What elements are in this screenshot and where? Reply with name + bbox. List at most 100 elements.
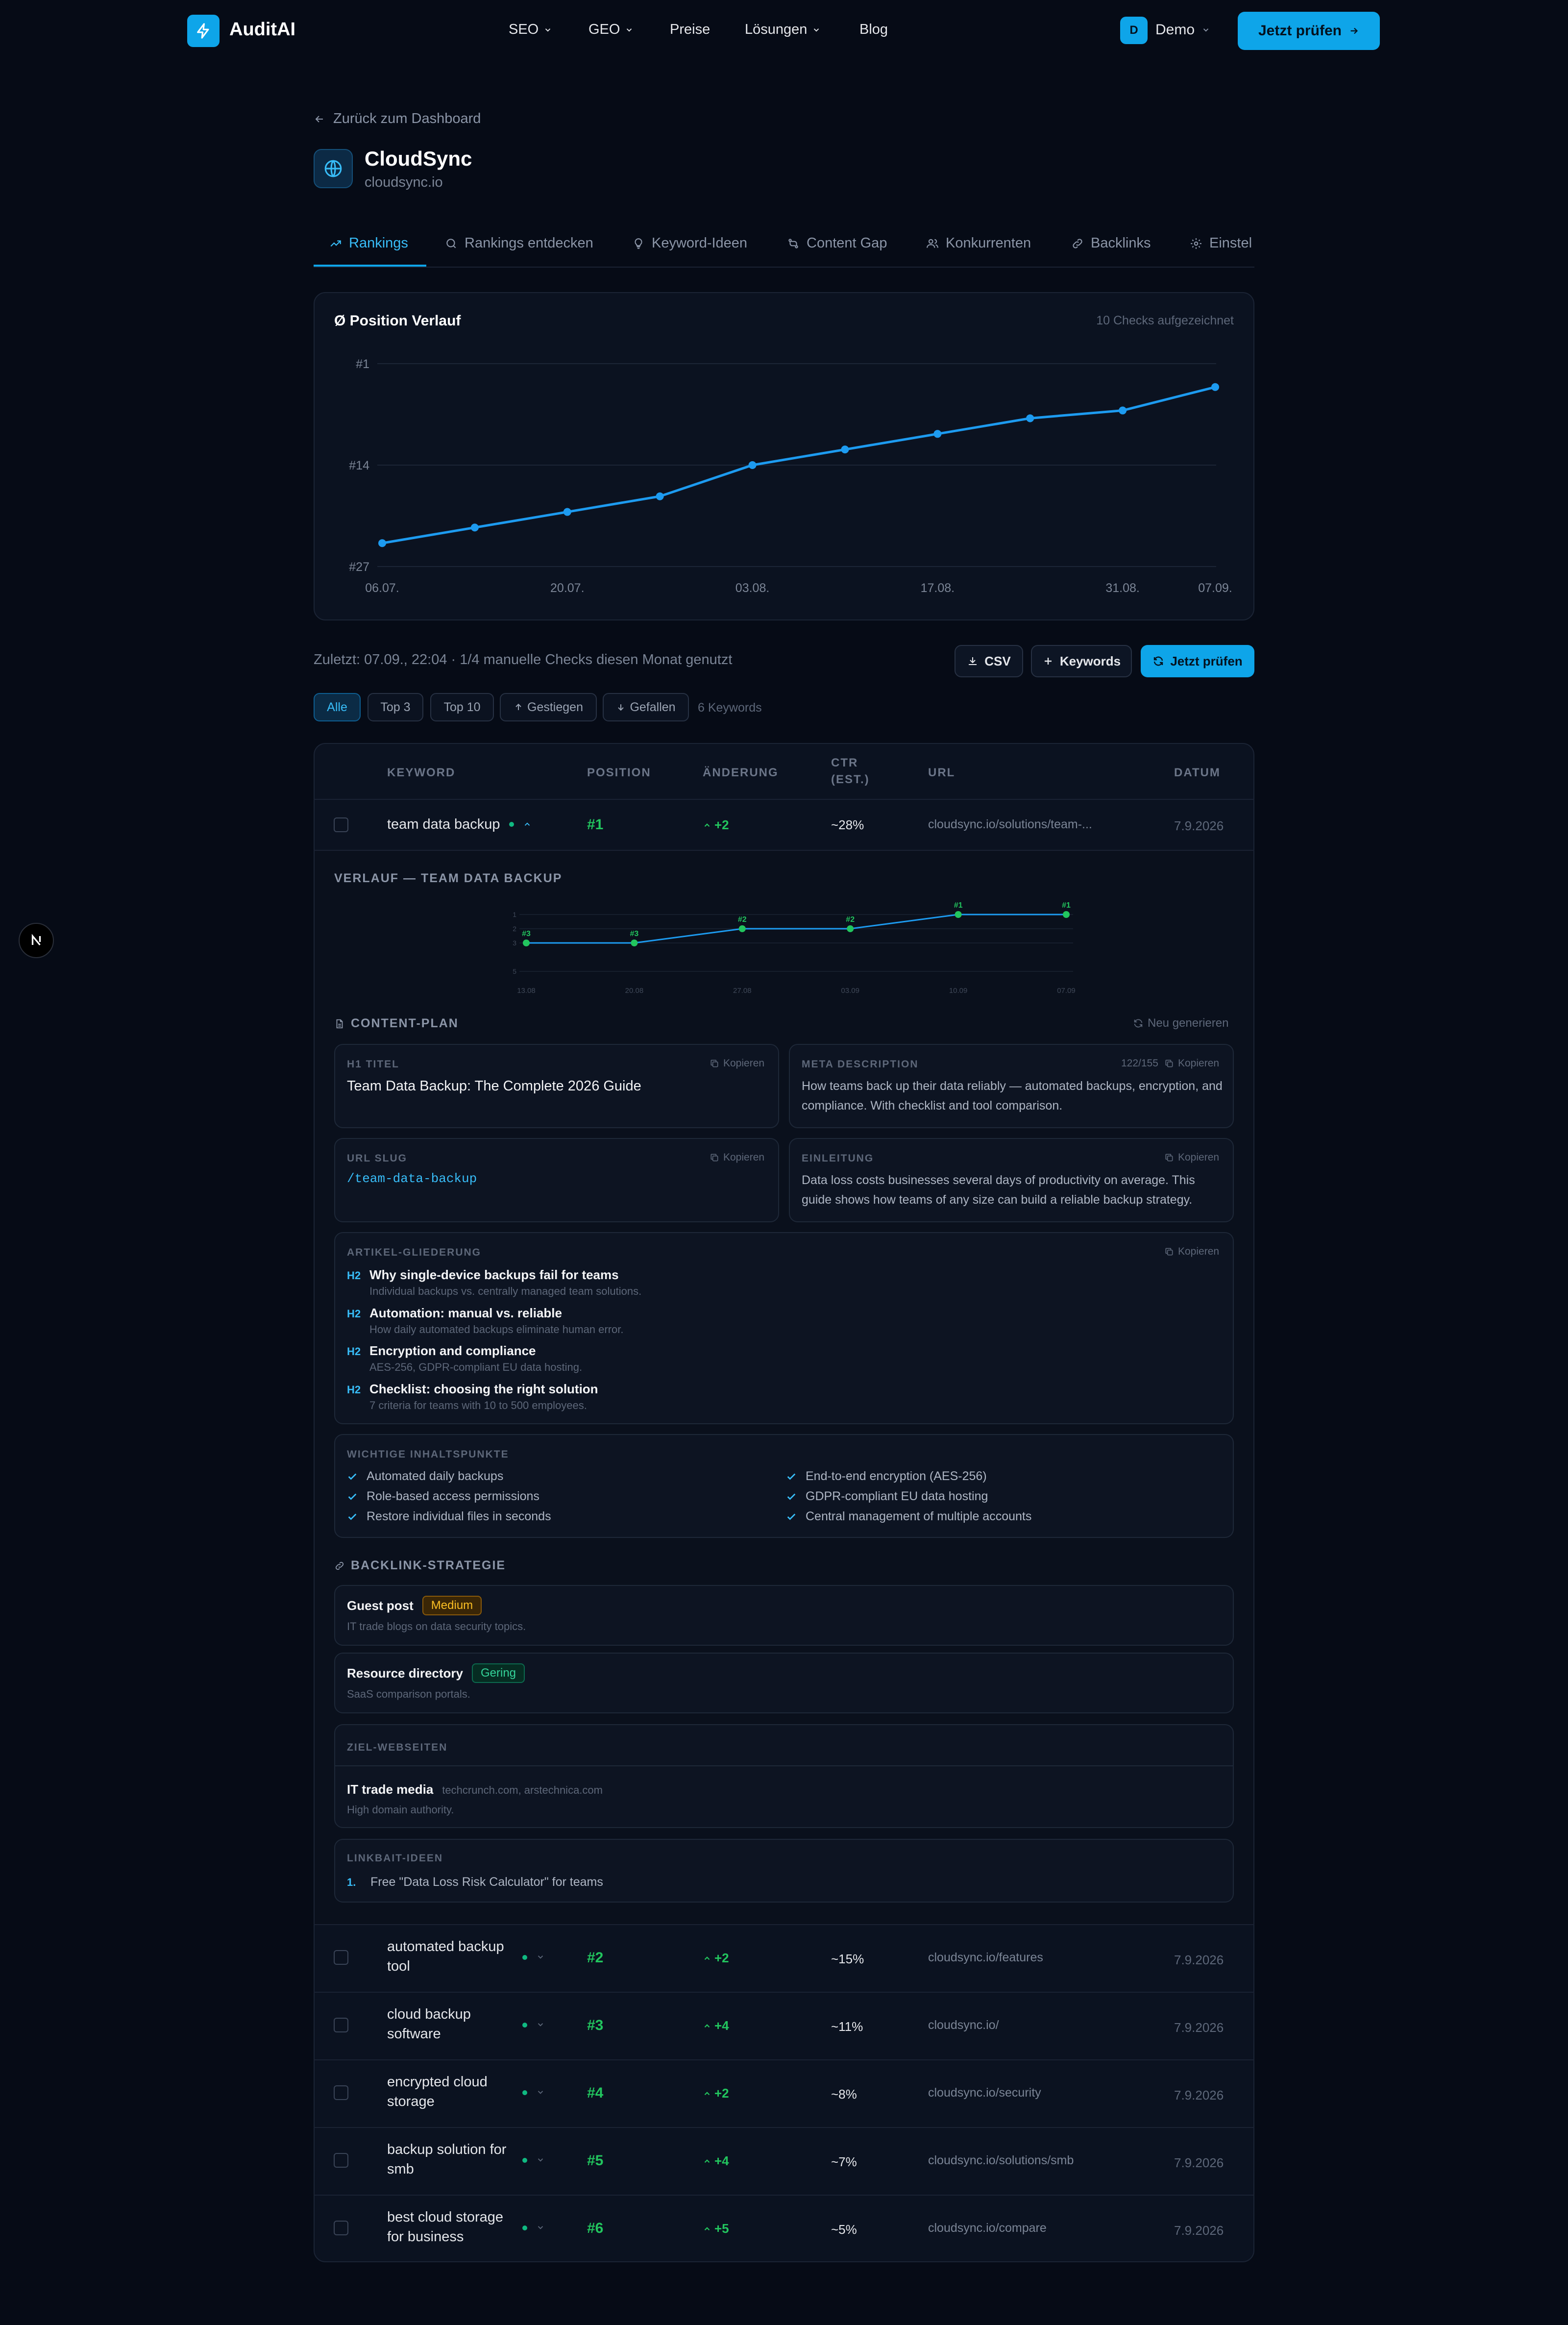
data-point [748,461,757,469]
key-point: Central management of multiple accounts [786,1509,1031,1524]
keyword-text[interactable]: cloud backup software [387,2004,514,2044]
th-keyword[interactable]: KEYWORD [387,765,455,781]
data-point [841,445,849,454]
date-value: 7.9.2026 [1174,2020,1224,2035]
copy-button[interactable]: Kopieren [710,1152,764,1163]
divider [335,1765,1233,1766]
tab-konkurrenten[interactable]: Konkurrenten [926,235,1031,251]
date-value: 7.9.2026 [1174,818,1224,833]
nav-seo[interactable]: SEO [509,22,552,38]
user-menu[interactable]: Demo [1155,22,1210,38]
position-value: #3 [587,2017,604,2033]
chevron-up-icon[interactable] [523,820,532,829]
avatar[interactable]: D [1120,17,1148,44]
copy-label: Kopieren [723,1058,765,1069]
back-link[interactable]: Zurück zum Dashboard [314,111,481,127]
row-checkbox[interactable] [334,2153,348,2168]
y-tick-label: 5 [513,967,516,975]
csv-button[interactable]: CSV [955,645,1023,677]
keyword-text[interactable]: automated backup tool [387,1937,514,1976]
table-row-keyword[interactable]: team data backup [387,815,532,834]
filter-top3[interactable]: Top 3 [368,693,423,721]
th-url[interactable]: URL [928,765,955,781]
url-link[interactable]: cloudsync.io/solutions/smb [928,2153,1074,2168]
filter-gestiegen[interactable]: Gestiegen [500,693,597,721]
logo-icon[interactable] [187,15,220,47]
url-link[interactable]: cloudsync.io/features [928,1951,1043,1965]
check-now-button[interactable]: Jetzt prüfen [1141,645,1254,677]
ctr-value: ~7% [831,2154,857,2169]
arrow-right-icon [1350,27,1358,34]
th-date[interactable]: DATUM [1174,765,1221,781]
row-checkbox[interactable] [334,2085,348,2100]
nav-blog[interactable]: Blog [859,22,888,38]
chevron-down-icon[interactable] [536,2088,545,2097]
copy-icon [1165,1248,1173,1256]
th-ctr[interactable]: CTR (EST.) [831,755,885,788]
document-icon [336,1019,343,1028]
row-checkbox[interactable] [334,817,348,832]
brand-name[interactable]: AuditAI [229,19,295,40]
row-checkbox[interactable] [334,1950,348,1965]
check-icon [787,1513,796,1520]
copy-button[interactable]: Kopieren [1164,1246,1219,1258]
row-checkbox[interactable] [334,2018,348,2032]
chevron-down-icon [627,28,632,32]
chevron-down-icon[interactable] [536,2155,545,2164]
data-point [1063,911,1070,918]
filter-top10[interactable]: Top 10 [430,693,494,721]
tab-einstellungen[interactable]: Einstel [1190,235,1254,251]
keyword-text[interactable]: backup solution for smb [387,2140,514,2179]
row-checkbox[interactable] [334,2221,348,2235]
x-tick-label: 06.07. [365,581,399,595]
copy-button[interactable]: Kopieren [1164,1058,1219,1069]
tab-label: Keyword-Ideen [652,235,748,251]
regenerate-button[interactable]: Neu generieren [1133,1016,1228,1030]
copy-button[interactable]: Kopieren [1164,1152,1219,1163]
keyword-text[interactable]: encrypted cloud storage [387,2072,514,2111]
nav-loesungen[interactable]: Lösungen [745,22,821,38]
copy-button[interactable]: Kopieren [710,1058,764,1069]
th-change[interactable]: ÄNDERUNG [703,765,779,781]
target-desc: High domain authority. [347,1804,454,1816]
tab-rankings-entdecken[interactable]: Rankings entdecken [445,235,593,251]
filter-alle[interactable]: Alle [314,693,361,721]
outline-sub: AES-256, GDPR-compliant EU data hosting. [369,1361,583,1373]
url-link[interactable]: cloudsync.io/solutions/team-... [928,817,1092,832]
tab-backlinks[interactable]: Backlinks [1071,235,1151,251]
chevron-down-icon[interactable] [536,2020,545,2029]
key-point: Restore individual files in seconds [347,1509,551,1524]
tab-content-gap[interactable]: Content Gap [787,235,887,251]
status-dot [522,2226,527,2230]
chevron-up-icon [704,2091,710,2095]
chevron-down-icon[interactable] [536,2223,545,2232]
divider [314,1992,1254,1993]
url-link[interactable]: cloudsync.io/compare [928,2221,1047,2235]
dev-tools-badge[interactable] [19,923,54,958]
outline-title: Why single-device backups fail for teams [369,1267,619,1282]
tab-keyword-ideen[interactable]: Keyword-Ideen [632,235,747,251]
tab-rankings[interactable]: Rankings [329,235,408,251]
check-icon [348,1473,357,1480]
data-point [631,940,638,946]
chevron-up-icon [704,2159,710,2163]
y-tick-label: 1 [513,911,516,918]
keyword-text[interactable]: best cloud storage for business [387,2207,519,2247]
url-link[interactable]: cloudsync.io/security [928,2086,1041,2100]
filter-gefallen[interactable]: Gefallen [603,693,689,721]
check-icon [787,1493,796,1500]
nav-preise[interactable]: Preise [670,22,710,38]
data-point [738,925,746,932]
data-label: #2 [846,915,855,924]
x-tick-label: 03.09 [841,987,859,995]
chevron-down-icon[interactable] [536,1953,545,1961]
nav-geo[interactable]: GEO [588,22,634,38]
tab-label: Backlinks [1091,235,1151,251]
link-icon [1073,238,1082,248]
url-link[interactable]: cloudsync.io/ [928,2018,999,2032]
th-position[interactable]: POSITION [587,765,651,781]
nav-cta-button[interactable]: Jetzt prüfen [1238,12,1380,50]
keywords-button[interactable]: Keywords [1031,645,1132,677]
data-label: #2 [738,915,747,924]
position-value: #4 [587,2085,604,2101]
